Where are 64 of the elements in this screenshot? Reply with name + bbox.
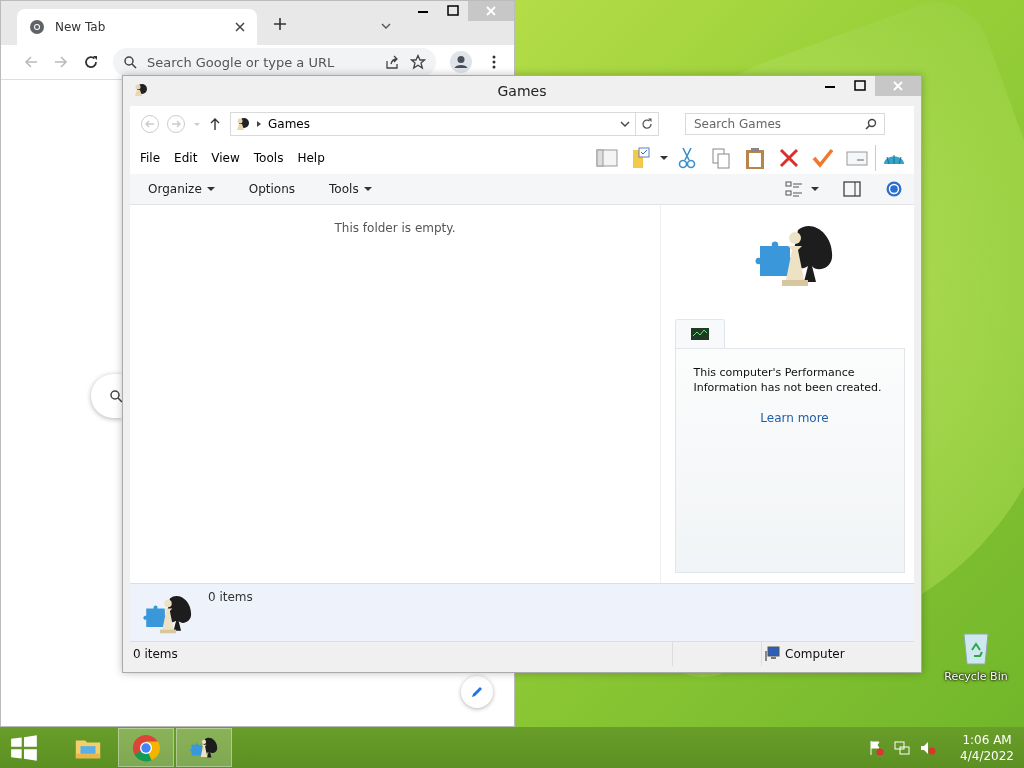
breadcrumb[interactable]: Games [268,117,310,131]
address-placeholder: Search Google or type a URL [147,54,335,70]
up-arrow-icon[interactable] [208,117,222,131]
performance-tab[interactable] [674,319,725,348]
menu-item[interactable]: File [140,151,167,165]
performance-message: This computer's Performance Information has not been created. [693,365,883,395]
pencil-icon [470,685,484,699]
caret-icon [363,185,372,193]
close-icon[interactable] [235,22,245,32]
empty-folder-message: This folder is empty. [334,221,456,237]
clock-time: 1:06 AM [962,731,1012,748]
search-icon [864,117,878,131]
menu-item[interactable]: View [211,151,246,165]
share-icon[interactable] [384,54,400,70]
command-button[interactable]: Tools [321,178,380,200]
menu-item[interactable]: Tools [253,151,290,165]
monitor-icon [689,327,710,341]
shortcut-label: Recycle Bin [944,670,1008,683]
clock[interactable]: 1:06 AM 4/4/2022 [956,731,1018,764]
command-button[interactable]: Options [240,178,304,200]
item-count: 0 items [208,590,253,604]
recycle-bin-icon [960,630,992,666]
breadcrumb-arrow-icon [255,120,263,128]
search-icon [109,389,123,403]
menu-item[interactable]: Help [297,151,331,165]
reload-icon[interactable] [83,54,99,70]
dropdown-arrow-icon[interactable] [810,184,820,194]
customize-button[interactable] [461,676,493,708]
tab-title: New Tab [55,20,107,34]
taskbar-button[interactable] [176,728,232,767]
delete-icon[interactable] [777,146,801,170]
games-folder-icon [234,116,250,132]
address-bar[interactable]: Games [230,112,659,136]
window-title: Games [497,83,547,99]
status-zone: Computer [785,647,845,661]
preview-pane-icon[interactable] [842,179,862,199]
action-center-flag-icon[interactable] [868,739,885,756]
chrome-logo-icon [130,732,162,763]
search-placeholder: Search Games [694,117,783,131]
browser-tab[interactable]: New Tab [17,9,257,45]
learn-more-link[interactable]: Learn more [760,411,829,425]
chevron-down-icon[interactable] [381,21,391,31]
games-folder-icon [132,82,148,98]
star-icon[interactable] [410,54,426,70]
dropdown-arrow-icon[interactable] [659,153,669,163]
chrome-logo-icon [29,19,45,35]
clock-date: 4/4/2022 [960,747,1014,764]
command-button[interactable]: Organize [140,178,223,200]
search-box[interactable] [91,374,122,418]
new-tab-icon[interactable] [273,17,287,31]
checkmark-icon[interactable] [811,146,835,170]
address-bar[interactable]: Search Google or type a URL [113,48,436,76]
profile-avatar-icon[interactable] [450,51,472,73]
paste-icon[interactable] [743,146,767,170]
status-item-count: 0 items [132,647,179,661]
network-icon[interactable] [894,739,911,756]
help-icon[interactable] [884,179,904,199]
search-icon [123,55,137,69]
computer-icon [764,646,780,662]
caret-icon [206,185,215,193]
windows-start-icon[interactable] [10,733,38,762]
chevron-down-icon[interactable] [620,119,630,129]
search-field[interactable]: Search Games [685,113,885,135]
menu-item[interactable]: Edit [174,151,204,165]
